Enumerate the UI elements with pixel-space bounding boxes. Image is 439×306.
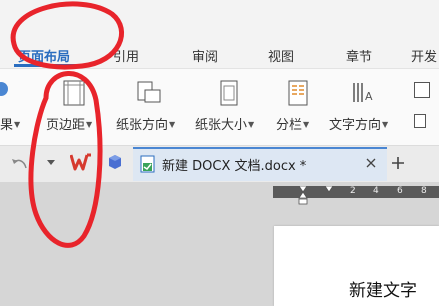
columns-icon[interactable] bbox=[287, 80, 309, 106]
paper-size-button[interactable]: 纸张大小▼ bbox=[195, 114, 254, 133]
paper-size-icon[interactable] bbox=[218, 80, 240, 106]
ruler-mark: 6 bbox=[397, 186, 403, 196]
document-file-icon bbox=[140, 155, 155, 173]
cube-icon[interactable] bbox=[108, 154, 122, 170]
ribbon-tab-bar: 页面布局 引用 审阅 视图 章节 开发 bbox=[0, 0, 439, 68]
tab-sections[interactable]: 章节 bbox=[346, 46, 372, 65]
active-tab-indicator bbox=[14, 64, 78, 67]
document-tab-title: 新建 DOCX 文档.docx * bbox=[162, 159, 307, 174]
new-tab-plus-icon[interactable] bbox=[391, 156, 405, 170]
margins-button[interactable]: 页边距▼ bbox=[46, 114, 92, 133]
ribbon-item-partial-label: 果 bbox=[0, 118, 14, 133]
partial-ribbon-icon-2[interactable] bbox=[414, 82, 430, 98]
ruler-first-line-marker-icon[interactable] bbox=[324, 186, 334, 198]
paper-size-label: 纸张大小 bbox=[195, 118, 248, 133]
margins-label: 页边距 bbox=[46, 118, 86, 133]
wps-logo-icon[interactable] bbox=[70, 152, 92, 172]
tab-review[interactable]: 审阅 bbox=[192, 46, 218, 65]
close-icon[interactable] bbox=[366, 158, 376, 168]
orientation-label: 纸张方向 bbox=[116, 118, 169, 133]
ruler-mark: 4 bbox=[373, 186, 379, 196]
ruler-mark: 8 bbox=[421, 186, 427, 196]
tab-references[interactable]: 引用 bbox=[113, 46, 139, 65]
text-direction-label: 文字方向 bbox=[329, 118, 382, 133]
ruler-mark: 2 bbox=[350, 186, 356, 196]
chevron-down-icon[interactable] bbox=[46, 159, 56, 167]
tab-view[interactable]: 视图 bbox=[268, 46, 294, 65]
tab-page-layout[interactable]: 页面布局 bbox=[18, 46, 70, 65]
margins-icon[interactable] bbox=[62, 80, 86, 106]
partial-ribbon-icon[interactable] bbox=[414, 114, 426, 128]
text-direction-icon[interactable]: A bbox=[350, 80, 376, 106]
orientation-icon[interactable] bbox=[136, 80, 162, 106]
columns-button[interactable]: 分栏▼ bbox=[276, 114, 309, 133]
columns-label: 分栏 bbox=[276, 118, 303, 133]
orientation-button[interactable]: 纸张方向▼ bbox=[116, 114, 175, 133]
text-direction-button[interactable]: 文字方向▼ bbox=[329, 114, 388, 133]
tab-developer[interactable]: 开发 bbox=[411, 46, 437, 65]
ruler-indent-marker-icon[interactable] bbox=[298, 186, 308, 206]
svg-text:A: A bbox=[365, 90, 373, 103]
undo-arrow-icon[interactable] bbox=[10, 156, 28, 170]
ribbon-item-partial[interactable]: 果▼ bbox=[0, 114, 20, 133]
document-body-text[interactable]: 新建文字 bbox=[349, 276, 417, 301]
